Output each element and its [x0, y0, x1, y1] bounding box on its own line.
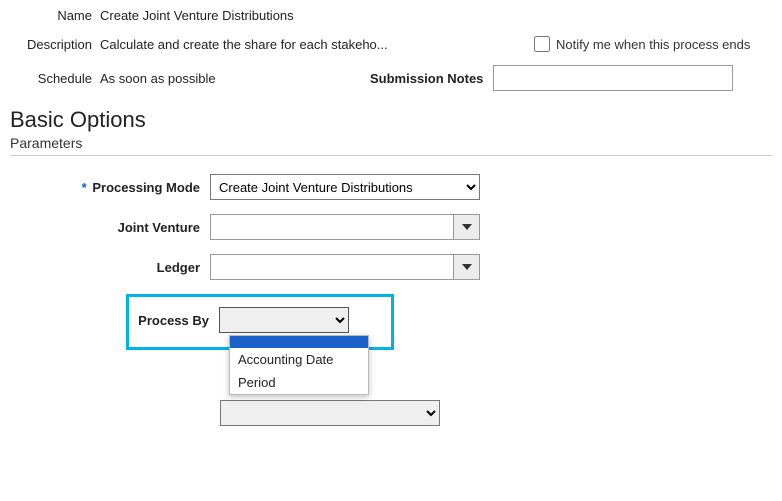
description-value: Calculate and create the share for each … — [100, 37, 460, 52]
section-title: Basic Options — [10, 107, 772, 133]
ledger-combo[interactable] — [210, 254, 480, 280]
process-by-option-accounting-date[interactable]: Accounting Date — [230, 348, 368, 371]
process-by-select[interactable] — [219, 307, 349, 333]
schedule-value: As soon as possible — [100, 71, 360, 86]
notify-checkbox[interactable] — [534, 36, 550, 52]
joint-venture-label: Joint Venture — [10, 220, 210, 235]
submission-notes-label: Submission Notes — [370, 71, 483, 86]
joint-venture-combo[interactable] — [210, 214, 480, 240]
ledger-input[interactable] — [211, 255, 453, 279]
process-by-highlight-frame: Process By Accounting Date Period — [126, 294, 394, 350]
extra-select[interactable] — [220, 400, 440, 426]
ledger-label: Ledger — [10, 260, 210, 275]
processing-mode-label: * Processing Mode — [10, 180, 210, 195]
name-label: Name — [10, 8, 100, 23]
chevron-down-icon — [462, 264, 472, 270]
name-value: Create Joint Venture Distributions — [100, 8, 294, 23]
joint-venture-caret-button[interactable] — [453, 215, 479, 239]
process-by-option-period[interactable]: Period — [230, 371, 368, 394]
ledger-caret-button[interactable] — [453, 255, 479, 279]
process-by-option-blank[interactable] — [230, 336, 368, 348]
required-marker: * — [82, 180, 87, 195]
description-label: Description — [10, 37, 100, 52]
chevron-down-icon — [462, 224, 472, 230]
schedule-label: Schedule — [10, 71, 100, 86]
joint-venture-input[interactable] — [211, 215, 453, 239]
section-divider — [10, 155, 772, 156]
processing-mode-select[interactable]: Create Joint Venture Distributions — [210, 174, 480, 200]
submission-notes-input[interactable] — [493, 65, 733, 91]
process-by-dropdown-menu: Accounting Date Period — [229, 335, 369, 395]
process-by-label: Process By — [129, 313, 219, 328]
section-subtitle: Parameters — [10, 135, 772, 151]
notify-label: Notify me when this process ends — [556, 37, 750, 52]
notify-checkbox-group[interactable]: Notify me when this process ends — [530, 33, 750, 55]
